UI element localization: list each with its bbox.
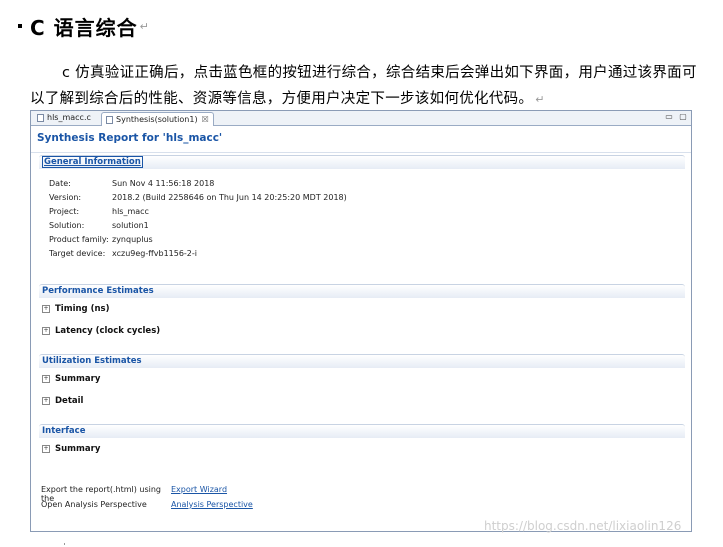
general-information-section: General Information Date: Sun Nov 4 11:56… [39,155,685,260]
section-header[interactable]: Performance Estimates [39,284,685,298]
editor-tab-bar: hls_macc.c Synthesis(solution1) ☒ ▭ ▢ [31,111,691,126]
interface-section: Interface + Summary [39,424,685,460]
utilization-estimates-section: Utilization Estimates + Summary + Detail [39,354,685,412]
tab-synthesis-solution1[interactable]: Synthesis(solution1) ☒ [101,112,214,126]
analysis-perspective-link[interactable]: Analysis Perspective [171,500,253,509]
performance-estimates-section: Performance Estimates + Timing (ns) + Late… [39,284,685,342]
tab-label: Synthesis(solution1) [116,114,198,124]
doc-heading: C 语言综合 ↵ [18,12,149,40]
paragraph-text: c 仿真验证正确后，点击蓝色框的按钮进行综合，综合结束后会弹出如下界面，用户通过… [30,65,697,107]
timing-expander[interactable]: + Timing (ns) [39,298,685,320]
expand-icon[interactable]: + [42,445,50,453]
info-row: Target device: xczu9eg-ffvb1156-2-i [49,248,198,258]
detail-expander[interactable]: + Detail [39,390,685,412]
tab-label: hls_macc.c [47,113,91,122]
synthesis-report-window: hls_macc.c Synthesis(solution1) ☒ ▭ ▢ Sy… [30,110,692,532]
info-row: Project: hls_macc [49,206,149,216]
pilcrow-icon: ↵ [535,93,545,106]
window-controls: ▭ ▢ [665,113,687,121]
heading-text: C 语言综合 [30,15,138,40]
info-row: Product family: zynquplus [49,234,153,244]
expand-icon[interactable]: + [42,327,50,335]
pilcrow-icon: ↵ [139,19,149,33]
info-row: Solution: solution1 [49,220,149,230]
summary-expander[interactable]: + Summary [39,368,685,390]
expand-icon[interactable]: + [42,305,50,313]
report-file-icon [106,115,113,124]
section-header[interactable]: Interface [39,424,685,438]
interface-summary-expander[interactable]: + Summary [39,438,685,460]
section-header[interactable]: General Information [39,155,685,169]
report-title: Synthesis Report for 'hls_macc' [31,126,691,153]
info-row: Date: Sun Nov 4 11:56:18 2018 [49,178,215,188]
page-mark [64,543,65,545]
latency-expander[interactable]: + Latency (clock cycles) [39,320,685,342]
expand-icon[interactable]: + [42,375,50,383]
maximize-icon[interactable]: ▢ [679,113,687,121]
info-row: Version: 2018.2 (Build 2258646 on Thu Jun… [49,192,347,202]
watermark: https://blog.csdn.net/lixiaolin126 [484,519,682,533]
section-header[interactable]: Utilization Estimates [39,354,685,368]
tab-hls-macc-c[interactable]: hls_macc.c [33,112,95,124]
bullet-icon [18,24,22,28]
close-icon[interactable]: ☒ [202,114,209,126]
doc-paragraph: c 仿真验证正确后，点击蓝色框的按钮进行综合，综合结束后会弹出如下界面，用户通过… [30,60,702,113]
c-file-icon [37,114,44,122]
analysis-row: Open Analysis Perspective Analysis Persp… [41,500,253,509]
minimize-icon[interactable]: ▭ [665,113,673,121]
expand-icon[interactable]: + [42,397,50,405]
info-table: Date: Sun Nov 4 11:56:18 2018 Version: 201… [49,176,685,260]
